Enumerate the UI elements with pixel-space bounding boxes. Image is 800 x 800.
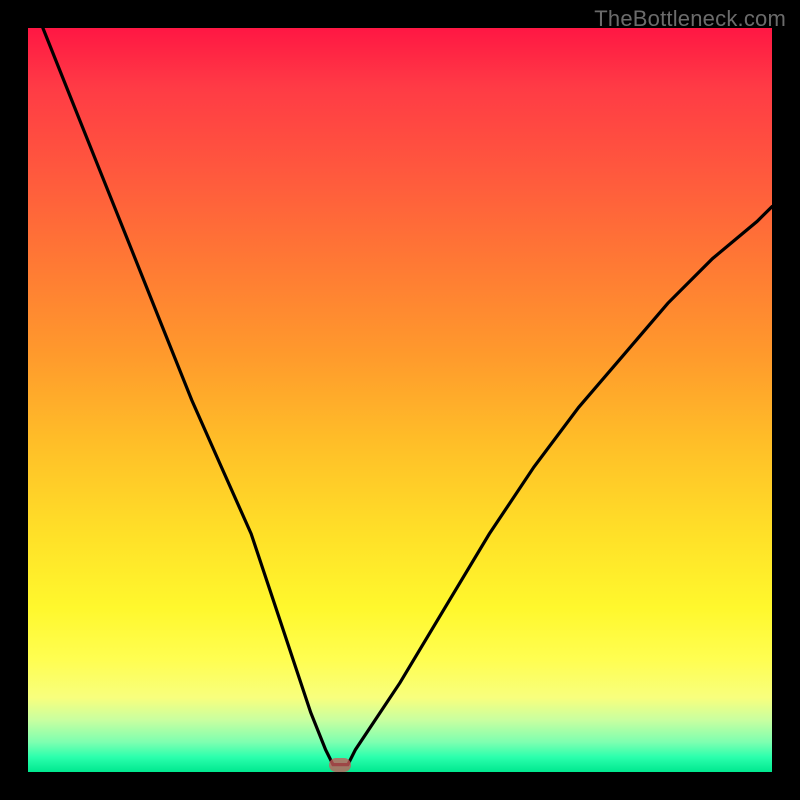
optimum-marker (329, 758, 351, 772)
chart-outer: TheBottleneck.com (0, 0, 800, 800)
watermark-text: TheBottleneck.com (594, 6, 786, 32)
bottleneck-curve-path (43, 28, 772, 765)
plot-area (28, 28, 772, 772)
curve-svg (28, 28, 772, 772)
